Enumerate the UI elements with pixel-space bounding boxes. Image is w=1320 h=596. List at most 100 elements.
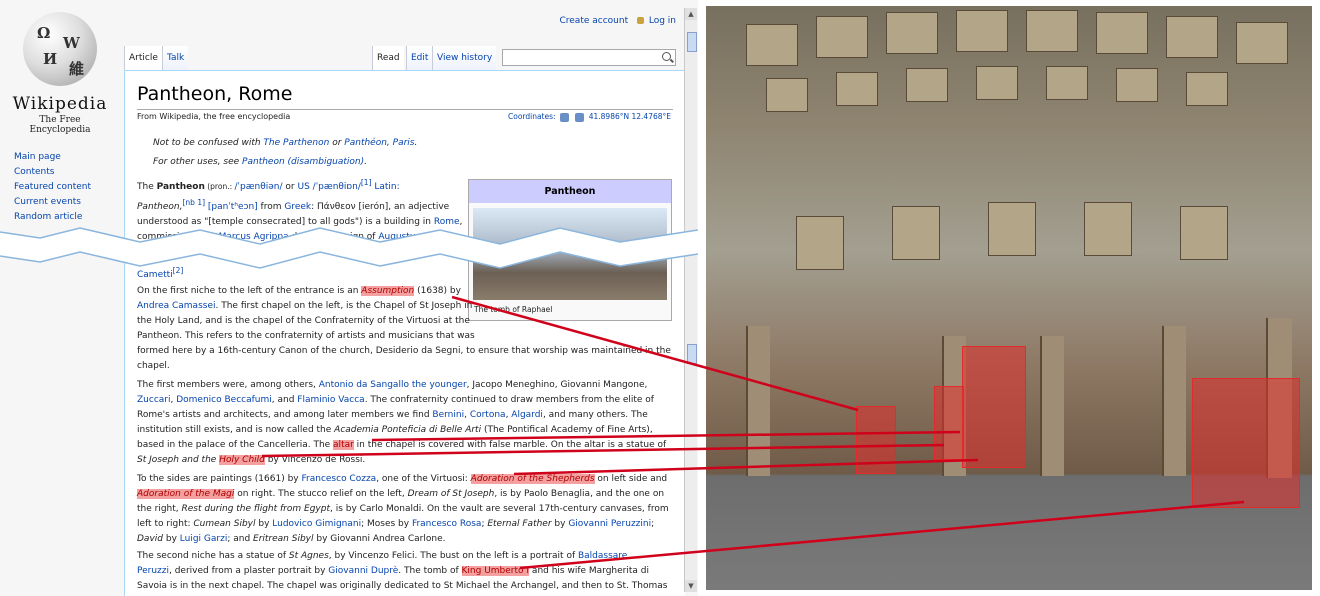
attic-panel bbox=[1084, 202, 1132, 256]
dome-coffer bbox=[1026, 10, 1078, 52]
tab-talk[interactable]: Talk bbox=[162, 46, 189, 70]
algardi-link[interactable]: Algardi bbox=[511, 410, 543, 420]
sangallo-link[interactable]: Antonio da Sangallo the younger bbox=[319, 380, 467, 390]
pronunciation-link[interactable]: [panˈtʰeɔn] bbox=[205, 202, 258, 212]
vertical-scrollbar[interactable]: ▲ ▼ bbox=[684, 8, 697, 592]
rosa-link[interactable]: Francesco Rosa bbox=[412, 519, 482, 529]
title-divider bbox=[137, 109, 673, 110]
page-tabs: Article Talk Read Edit View history bbox=[124, 46, 684, 70]
peruzzini-link[interactable]: Giovanni Peruzzini bbox=[568, 519, 651, 529]
highlight-region-altar[interactable] bbox=[934, 386, 964, 460]
create-account-link[interactable]: Create account bbox=[559, 16, 628, 26]
wikipedia-wordmark: Wikipedia bbox=[12, 94, 108, 114]
reference-1[interactable]: [1] bbox=[361, 178, 372, 187]
scroll-down-icon[interactable]: ▼ bbox=[685, 580, 697, 592]
peruzzi-link[interactable]: Peruzzi bbox=[137, 566, 169, 576]
dome-coffer bbox=[956, 10, 1008, 52]
coordinates-value[interactable]: 41.8986°N 12.4768°E bbox=[589, 112, 671, 121]
dome-coffer bbox=[886, 12, 938, 54]
tab-edit[interactable]: Edit bbox=[406, 46, 433, 70]
dome-coffer bbox=[1046, 66, 1088, 100]
cortona-link[interactable]: Cortona bbox=[470, 410, 506, 420]
dome-coffer bbox=[1096, 12, 1148, 54]
highlight-adoration-magi[interactable]: Adoration of the Magi bbox=[137, 489, 235, 499]
greek-link[interactable]: Greek bbox=[284, 202, 311, 212]
sidebar-item-featured-content[interactable]: Featured content bbox=[14, 180, 91, 195]
attic-panel bbox=[892, 206, 940, 260]
scroll-thumb-top[interactable] bbox=[687, 32, 697, 52]
coordinates-label[interactable]: Coordinates: bbox=[508, 112, 556, 121]
search-icon[interactable] bbox=[662, 52, 671, 61]
vacca-link[interactable]: Flaminio Vacca bbox=[297, 395, 364, 405]
paragraph-second-niche: The second niche has a statue of St Agne… bbox=[137, 551, 668, 591]
beccafumi-link[interactable]: Domenico Beccafumi bbox=[176, 395, 272, 405]
highlight-region-holy-child[interactable] bbox=[962, 346, 1026, 468]
cozza-link[interactable]: Francesco Cozza bbox=[302, 474, 377, 484]
highlight-adoration-shepherds[interactable]: Adoration of the Shepherds bbox=[470, 474, 595, 484]
garzi-link[interactable]: Luigi Garzi bbox=[180, 534, 228, 544]
lock-icon bbox=[636, 17, 644, 24]
attic-panel bbox=[1180, 206, 1228, 260]
highlight-region-king-umberto[interactable] bbox=[1192, 378, 1300, 508]
pantheon-3d-view[interactable] bbox=[706, 6, 1312, 590]
dome-coffer bbox=[746, 24, 798, 66]
bernini-link[interactable]: Bernini bbox=[432, 410, 464, 420]
highlight-king-umberto[interactable]: King Umberto I bbox=[461, 566, 530, 576]
page-title: Pantheon, Rome bbox=[137, 83, 293, 105]
page-break-cut bbox=[0, 227, 698, 269]
scroll-up-icon[interactable]: ▲ bbox=[685, 8, 697, 20]
column bbox=[1040, 336, 1064, 476]
highlight-assumption[interactable]: Assumption bbox=[361, 286, 415, 296]
attic-panel bbox=[796, 216, 844, 270]
cametti-link[interactable]: Cametti bbox=[137, 270, 173, 280]
reference-nb1[interactable]: [nb 1] bbox=[183, 198, 206, 207]
dome-coffer bbox=[906, 68, 948, 102]
highlight-altar[interactable]: altar bbox=[333, 440, 354, 450]
camassei-link[interactable]: Andrea Camassei bbox=[137, 301, 216, 311]
dome-coffer bbox=[1236, 22, 1288, 64]
search-input[interactable] bbox=[502, 49, 676, 66]
sidebar-item-contents[interactable]: Contents bbox=[14, 165, 91, 180]
sidebar-item-main-page[interactable]: Main page bbox=[14, 150, 91, 165]
wikipedia-tagline: The Free Encyclopedia bbox=[29, 115, 91, 135]
globe-small-icon[interactable] bbox=[559, 112, 569, 122]
hatnote-disambiguation: For other uses, see Pantheon (disambigua… bbox=[153, 157, 368, 167]
gimignani-link[interactable]: Ludovico Gimignani bbox=[272, 519, 361, 529]
dome-coffer bbox=[836, 72, 878, 106]
zuccari-link[interactable]: Zuccari bbox=[137, 395, 170, 405]
dupre-link[interactable]: Giovanni Duprè bbox=[328, 566, 398, 576]
tab-read[interactable]: Read bbox=[372, 46, 404, 70]
tab-article[interactable]: Article bbox=[124, 46, 162, 70]
highlight-region-assumption[interactable] bbox=[856, 406, 896, 474]
wikipedia-logo[interactable]: Ω W И 維 Wikipedia The Free Encyclopedia bbox=[10, 12, 110, 135]
scroll-thumb[interactable] bbox=[687, 344, 697, 364]
personal-tools: Create account Log in bbox=[559, 16, 676, 26]
site-subtitle: From Wikipedia, the free encyclopedia bbox=[137, 112, 291, 121]
infobox-title: Pantheon bbox=[469, 180, 671, 203]
browser-page: Ω W И 維 Wikipedia The Free Encyclopedia … bbox=[0, 0, 698, 596]
ipa-link-2[interactable]: /ˈpænθiɒn/ bbox=[310, 182, 361, 192]
highlight-holy-child[interactable]: Holy Child bbox=[219, 455, 265, 465]
dome-coffer bbox=[1186, 72, 1228, 106]
link-disambiguation[interactable]: Pantheon (disambiguation) bbox=[242, 157, 364, 167]
tab-view-history[interactable]: View history bbox=[432, 46, 497, 70]
dome-coffer bbox=[976, 66, 1018, 100]
coordinates: Coordinates: 41.8986°N 12.4768°E bbox=[508, 112, 671, 122]
sidebar-item-current-events[interactable]: Current events bbox=[14, 195, 91, 210]
dome-coffer bbox=[1116, 68, 1158, 102]
column bbox=[746, 326, 770, 476]
us-link[interactable]: US bbox=[297, 182, 309, 192]
hatnote-confusion: Not to be confused with The Parthenon or… bbox=[153, 138, 418, 148]
dome-coffer bbox=[1166, 16, 1218, 58]
login-link[interactable]: Log in bbox=[649, 16, 676, 26]
ipa-link-1[interactable]: /ˈpænθiən/ bbox=[235, 182, 283, 192]
map-icon[interactable] bbox=[575, 112, 585, 122]
dome-coffer bbox=[766, 78, 808, 112]
link-parthenon[interactable]: The Parthenon bbox=[263, 138, 329, 148]
article-content: Pantheon, Rome From Wikipedia, the free … bbox=[124, 70, 685, 596]
link-pantheon-paris[interactable]: Panthéon, Paris bbox=[344, 138, 414, 148]
baldassare-link[interactable]: Baldassare bbox=[578, 551, 627, 561]
dome-coffer bbox=[816, 16, 868, 58]
latin-link[interactable]: Latin: bbox=[372, 182, 399, 192]
globe-icon: Ω W И 維 bbox=[23, 12, 97, 86]
